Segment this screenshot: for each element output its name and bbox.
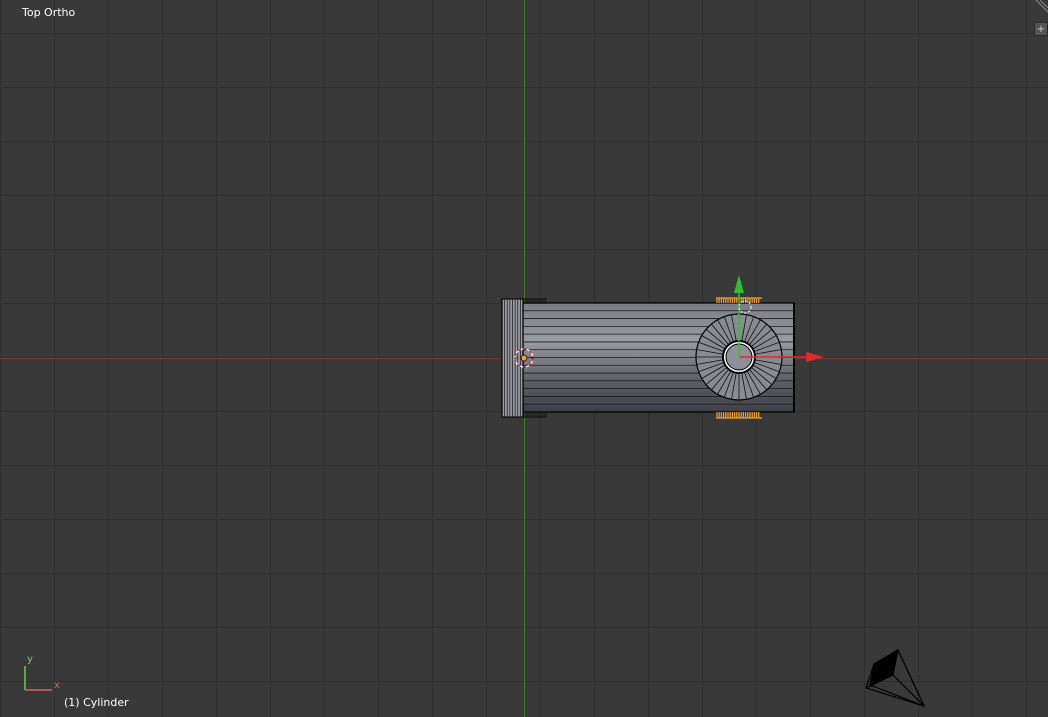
- properties-toggle-button[interactable]: +: [1034, 22, 1048, 36]
- 3d-viewport[interactable]: Top Ortho + y x (1) Cylinder: [0, 0, 1048, 717]
- cylinder-mesh[interactable]: [501, 297, 795, 419]
- mini-axis-y-label: y: [27, 654, 33, 665]
- gizmo-x-arrow-icon[interactable]: [806, 352, 824, 362]
- area-split-icon[interactable]: [1034, 0, 1048, 14]
- mini-axis-x-label: x: [54, 680, 60, 691]
- selected-edges-bottom: [716, 412, 762, 419]
- view-label: Top Ortho: [22, 6, 76, 19]
- gizmo-y-arrow-icon[interactable]: [734, 275, 744, 293]
- object-origin-icon[interactable]: [520, 354, 528, 362]
- camera-object-icon[interactable]: [865, 648, 926, 707]
- scene-canvas[interactable]: [0, 0, 1048, 717]
- active-object-info: (1) Cylinder: [64, 696, 129, 709]
- cap-edge-lines: [504, 299, 521, 417]
